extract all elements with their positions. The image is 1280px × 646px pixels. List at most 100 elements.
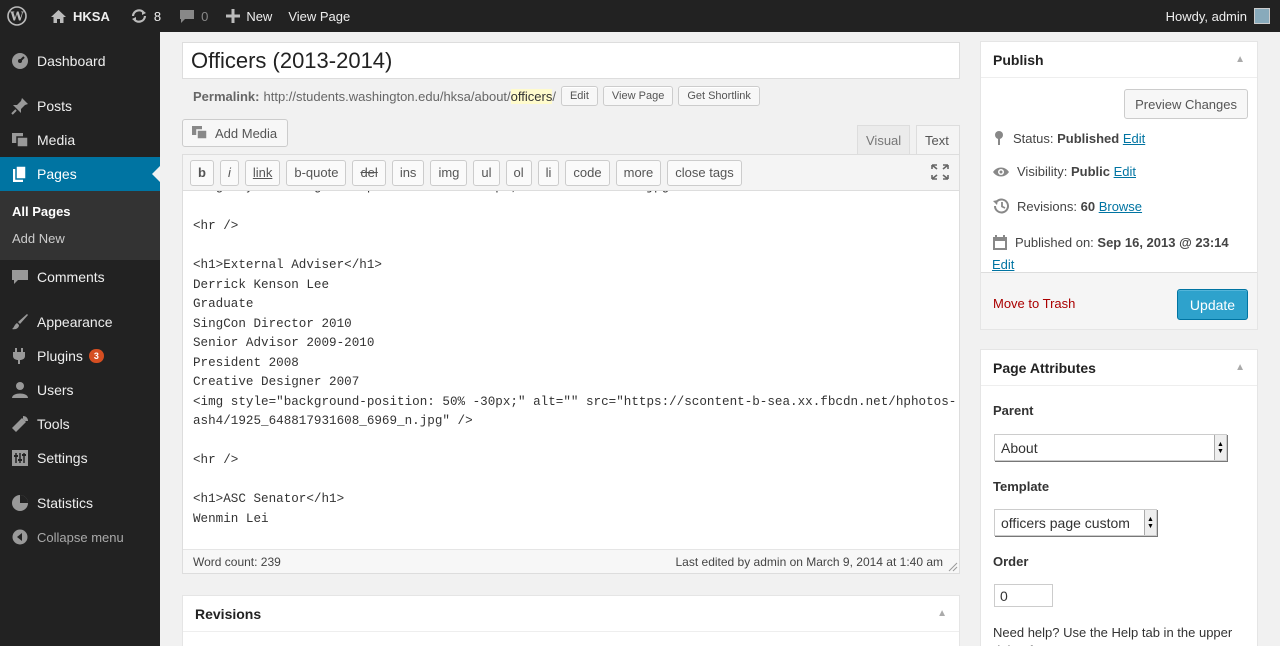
order-input[interactable]: 0 bbox=[994, 584, 1053, 607]
tab-visual[interactable]: Visual bbox=[857, 125, 911, 154]
collapse-arrow-icon bbox=[10, 529, 30, 545]
qt-ins-button[interactable]: ins bbox=[391, 159, 425, 186]
post-title-input[interactable]: Officers (2013-2014) bbox=[182, 42, 960, 79]
menu-item-statistics[interactable]: Statistics bbox=[0, 486, 160, 520]
view-page-link[interactable]: View Page bbox=[281, 0, 357, 32]
page-attributes-header[interactable]: Page Attributes ▲ bbox=[981, 350, 1257, 386]
content-line bbox=[193, 432, 956, 452]
parent-select[interactable]: About ▲ ▼ bbox=[994, 434, 1227, 461]
browse-revisions-link[interactable]: Browse bbox=[1099, 199, 1142, 214]
wrench-icon bbox=[10, 415, 30, 433]
status-row: Status: Published Edit bbox=[992, 130, 1145, 146]
order-label: Order bbox=[993, 554, 1029, 569]
publish-box-header[interactable]: Publish ▲ bbox=[981, 42, 1257, 78]
pages-icon bbox=[10, 165, 30, 183]
avatar bbox=[1254, 8, 1270, 24]
qt-label: b bbox=[198, 165, 206, 180]
resize-handle-icon[interactable] bbox=[948, 562, 958, 572]
qt-link-button[interactable]: link bbox=[244, 159, 281, 186]
qt-italic-button[interactable]: i bbox=[219, 159, 239, 186]
qt-more-button[interactable]: more bbox=[615, 159, 662, 186]
qt-close-tags-button[interactable]: close tags bbox=[667, 159, 742, 186]
menu-item-dashboard[interactable]: Dashboard bbox=[0, 44, 160, 78]
revisions-box: Revisions ▲ bbox=[182, 595, 960, 646]
menu-item-media[interactable]: Media bbox=[0, 123, 160, 157]
move-to-trash-link[interactable]: Move to Trash bbox=[993, 296, 1075, 311]
menu-label: Users bbox=[37, 382, 74, 398]
published-on-row: Published on: Sep 16, 2013 @ 23:14 Edit bbox=[992, 232, 1252, 276]
qt-del-button[interactable]: del bbox=[352, 159, 386, 186]
menu-label: Appearance bbox=[37, 314, 113, 330]
qt-ul-button[interactable]: ul bbox=[473, 159, 500, 186]
revisions-label: Revisions: bbox=[1017, 198, 1077, 214]
content-line: <h1>External Adviser</h1> bbox=[193, 258, 382, 272]
qt-ol-button[interactable]: ol bbox=[505, 159, 532, 186]
view-page-button[interactable]: View Page bbox=[602, 86, 674, 106]
plugins-update-badge: 3 bbox=[88, 349, 104, 363]
qt-code-button[interactable]: code bbox=[565, 159, 610, 186]
preview-changes-button[interactable]: Preview Changes bbox=[1124, 89, 1248, 119]
menu-item-settings[interactable]: Settings bbox=[0, 441, 160, 475]
qt-blockquote-button[interactable]: b-quote bbox=[286, 159, 347, 186]
comment-bubble-icon bbox=[180, 9, 195, 23]
content-line bbox=[193, 471, 956, 491]
menu-item-tools[interactable]: Tools bbox=[0, 407, 160, 441]
permalink-row: Permalink: http://students.washington.ed… bbox=[193, 84, 760, 108]
submenu-all-pages[interactable]: All Pages bbox=[0, 198, 160, 225]
page-attributes-box: Page Attributes ▲ Parent About ▲ ▼ Templa… bbox=[980, 349, 1258, 646]
new-content-link[interactable]: New bbox=[219, 0, 279, 32]
permalink-slug[interactable]: officers bbox=[510, 88, 553, 104]
collapse-label: Collapse menu bbox=[37, 529, 124, 545]
menu-label: Statistics bbox=[37, 495, 94, 511]
add-media-button[interactable]: Add Media bbox=[182, 119, 289, 147]
updates-link[interactable]: 8 bbox=[123, 0, 168, 32]
update-button[interactable]: Update bbox=[1177, 289, 1248, 320]
published-value: Sep 16, 2013 @ 23:14 bbox=[1097, 235, 1229, 250]
menu-item-comments[interactable]: Comments bbox=[0, 260, 160, 294]
content-line: SingCon Director 2010 bbox=[193, 316, 352, 331]
menu-label: Pages bbox=[37, 166, 77, 182]
revisions-value: 60 bbox=[1080, 198, 1096, 214]
visibility-row: Visibility: Public Edit bbox=[992, 164, 1136, 179]
menu-label: Tools bbox=[37, 416, 70, 432]
publish-actions: Move to Trash Update bbox=[981, 272, 1257, 329]
collapse-menu-button[interactable]: Collapse menu bbox=[0, 520, 160, 554]
fullscreen-icon[interactable] bbox=[931, 164, 949, 183]
history-icon bbox=[993, 198, 1009, 214]
menu-item-appearance[interactable]: Appearance bbox=[0, 305, 160, 339]
content-textarea[interactable]: <img style="background-position: 50% -30… bbox=[183, 191, 959, 549]
published-label: Published on: bbox=[1015, 235, 1094, 250]
menu-item-plugins[interactable]: Plugins 3 bbox=[0, 339, 160, 373]
settings-icon bbox=[10, 449, 30, 467]
edit-permalink-button[interactable]: Edit bbox=[560, 86, 598, 106]
howdy-text: Howdy, admin bbox=[1165, 8, 1247, 24]
qt-label: i bbox=[227, 165, 231, 180]
site-name-link[interactable]: HKSA bbox=[43, 0, 117, 32]
qt-img-button[interactable]: img bbox=[430, 159, 468, 186]
comments-link[interactable]: 0 bbox=[172, 0, 215, 32]
site-name: HKSA bbox=[73, 8, 110, 24]
edit-status-link[interactable]: Edit bbox=[1123, 131, 1145, 146]
menu-item-posts[interactable]: Posts bbox=[0, 89, 160, 123]
tab-text[interactable]: Text bbox=[916, 125, 960, 155]
content-text: <img style="background-position: 50% -30… bbox=[193, 191, 956, 529]
wordpress-logo-icon[interactable]: W bbox=[0, 0, 43, 32]
edit-visibility-link[interactable]: Edit bbox=[1114, 164, 1136, 179]
qt-bold-button[interactable]: b bbox=[190, 159, 214, 186]
collapse-arrow-icon[interactable]: ▲ bbox=[937, 608, 947, 619]
menu-label: Plugins bbox=[37, 348, 83, 364]
qt-label: ol bbox=[513, 165, 524, 180]
collapse-arrow-icon[interactable]: ▲ bbox=[1235, 362, 1245, 373]
qt-li-button[interactable]: li bbox=[537, 159, 560, 186]
submenu-add-new[interactable]: Add New bbox=[0, 225, 160, 252]
content-line bbox=[193, 237, 956, 257]
template-select[interactable]: officers page custom ▲ ▼ bbox=[994, 509, 1157, 536]
content-line: <img style="background-position: 50% -30… bbox=[193, 394, 957, 409]
menu-item-users[interactable]: Users bbox=[0, 373, 160, 407]
account-menu[interactable]: Howdy, admin bbox=[1166, 8, 1280, 24]
menu-item-pages[interactable]: Pages bbox=[0, 157, 160, 191]
get-shortlink-button[interactable]: Get Shortlink bbox=[678, 86, 760, 106]
pin-icon bbox=[995, 131, 1003, 145]
revisions-box-header[interactable]: Revisions ▲ bbox=[183, 596, 959, 632]
collapse-arrow-icon[interactable]: ▲ bbox=[1235, 54, 1245, 65]
